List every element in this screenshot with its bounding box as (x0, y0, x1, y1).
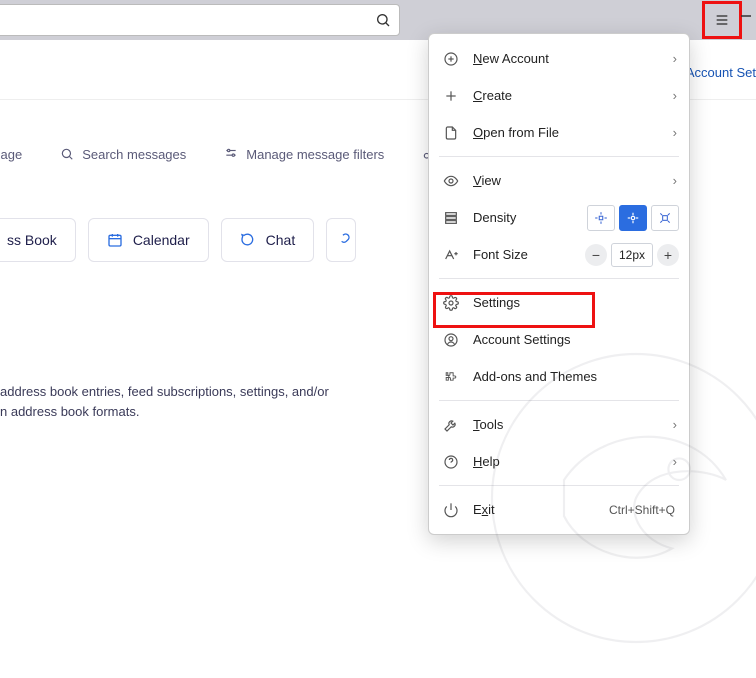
density-relaxed-button[interactable] (651, 205, 679, 231)
window-minimize-button[interactable] (740, 10, 756, 22)
sliders-icon (224, 147, 238, 161)
label: Settings (473, 295, 520, 310)
card-chat[interactable]: Chat (221, 218, 315, 262)
font-icon (443, 247, 459, 263)
card-partial[interactable] (326, 218, 356, 262)
chevron-right-icon: › (673, 173, 677, 188)
menu-view[interactable]: View › (429, 162, 689, 199)
chevron-right-icon: › (673, 125, 677, 140)
card-address-book[interactable]: ss Book (0, 218, 76, 262)
plus-circle-icon (443, 51, 459, 67)
chat-icon (240, 232, 256, 248)
thunderbird-watermark-icon (456, 318, 756, 678)
calendar-icon (107, 232, 123, 248)
density-compact-button[interactable] (587, 205, 615, 231)
action-search-messages[interactable]: Search messages (60, 147, 186, 162)
line1: address book entries, feed subscriptions… (0, 382, 420, 402)
label: Create (473, 88, 512, 103)
font-size-value: 12px (611, 243, 653, 267)
action-manage-filters[interactable]: Manage message filters (224, 147, 384, 162)
app-menu-button[interactable] (705, 3, 739, 37)
account-settings-link[interactable]: Account Set (686, 65, 756, 80)
label: Font Size (473, 247, 528, 262)
label: Calendar (133, 232, 190, 248)
chevron-right-icon: › (673, 51, 677, 66)
menu-separator (439, 156, 679, 157)
description-text: address book entries, feed subscriptions… (0, 382, 420, 421)
plus-icon (443, 88, 459, 104)
label: Open from File (473, 125, 559, 140)
search-icon (60, 147, 74, 161)
label: New Account (473, 51, 549, 66)
label: Manage message filters (246, 147, 384, 162)
gear-icon (443, 295, 459, 311)
label: Chat (266, 232, 296, 248)
font-decrease-button[interactable]: − (585, 244, 607, 266)
eye-icon (443, 173, 459, 189)
menu-separator (439, 278, 679, 279)
menu-create[interactable]: Create › (429, 77, 689, 114)
label: View (473, 173, 501, 188)
menu-density: Density (429, 199, 689, 236)
label: Density (473, 210, 516, 225)
chevron-right-icon: › (673, 88, 677, 103)
density-default-button[interactable] (619, 205, 647, 231)
font-increase-button[interactable]: + (657, 244, 679, 266)
search-icon (375, 12, 391, 28)
menu-font-size: Font Size − 12px + (429, 236, 689, 273)
label: Search messages (82, 147, 186, 162)
menu-new-account[interactable]: New Account › (429, 40, 689, 77)
menu-open-from-file[interactable]: Open from File › (429, 114, 689, 151)
card-calendar[interactable]: Calendar (88, 218, 209, 262)
file-icon (443, 125, 459, 141)
line2: n address book formats. (0, 402, 420, 422)
global-search-input[interactable] (0, 4, 400, 36)
link-icon (335, 232, 351, 248)
density-icon (443, 210, 459, 226)
label: ss Book (7, 232, 57, 248)
menu-settings[interactable]: Settings (429, 284, 689, 321)
action-sage[interactable]: sage (0, 147, 22, 162)
